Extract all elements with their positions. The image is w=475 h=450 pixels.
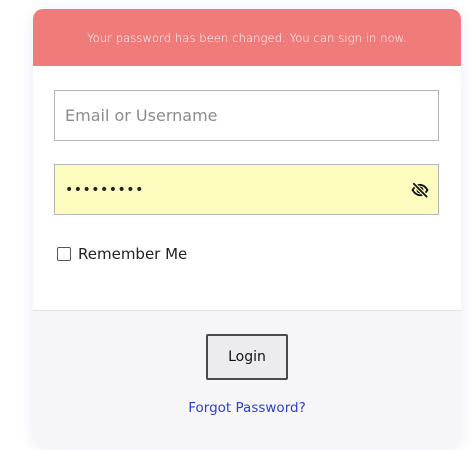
- eye-slash-icon[interactable]: [410, 180, 430, 200]
- forgot-password-link[interactable]: Forgot Password?: [33, 400, 461, 416]
- password-field-wrapper: [54, 164, 439, 215]
- email-username-input[interactable]: [54, 90, 439, 141]
- login-form: Remember Me: [33, 66, 461, 310]
- remember-me-label[interactable]: Remember Me: [78, 245, 187, 263]
- login-button[interactable]: Login: [206, 334, 288, 380]
- remember-me-checkbox[interactable]: [57, 247, 71, 261]
- login-card: Your password has been changed. You can …: [33, 9, 461, 446]
- password-input[interactable]: [55, 165, 438, 214]
- login-footer: Login Forgot Password?: [33, 310, 461, 446]
- alert-message: Your password has been changed. You can …: [87, 30, 407, 45]
- password-changed-alert: Your password has been changed. You can …: [33, 9, 461, 66]
- remember-me-row: Remember Me: [57, 245, 187, 263]
- page: Your password has been changed. You can …: [0, 0, 475, 450]
